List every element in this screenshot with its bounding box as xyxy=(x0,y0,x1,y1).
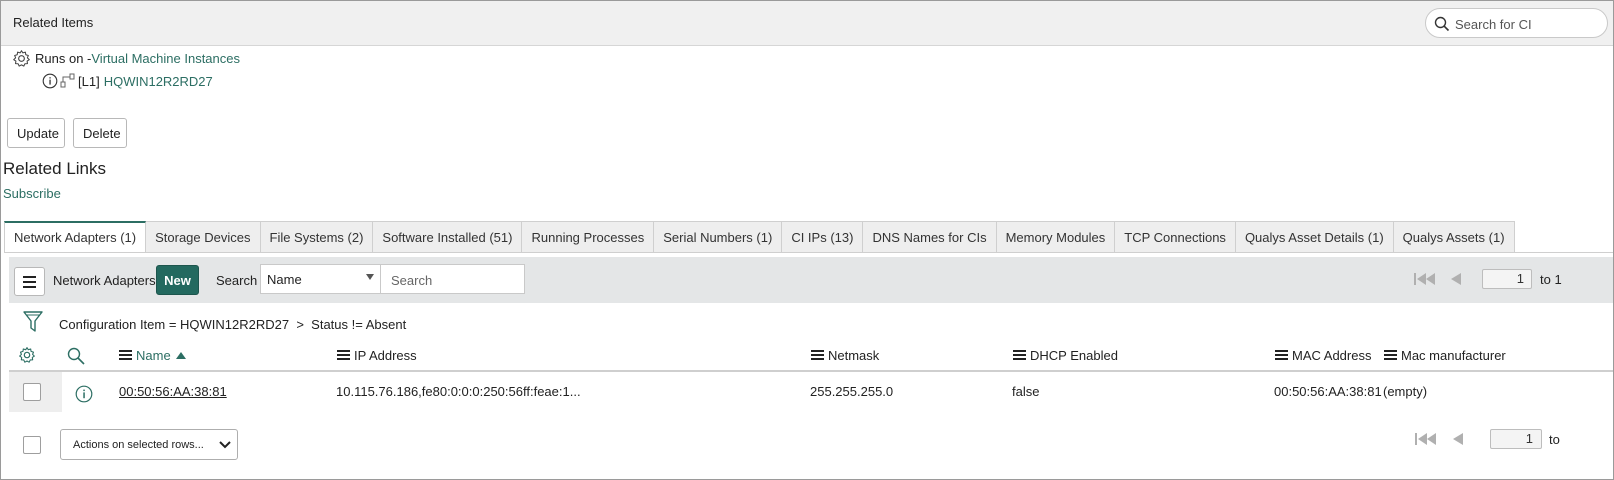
column-header-ip-address[interactable]: IP Address xyxy=(337,347,417,363)
tab-qualys-assets[interactable]: Qualys Assets (1) xyxy=(1393,221,1515,253)
related-items-panel: Related Items Runs on - Virtual Machine … xyxy=(0,0,1614,480)
tab-storage-devices[interactable]: Storage Devices xyxy=(146,221,261,253)
ci-tree-row: [L1] HQWIN12R2RD27 xyxy=(42,72,213,90)
sort-ascending-icon xyxy=(175,351,186,359)
related-items-header: Related Items xyxy=(1,1,1613,46)
tab-software-installed[interactable]: Software Installed (51) xyxy=(373,221,523,253)
hierarchy-icon[interactable] xyxy=(60,73,76,89)
column-search-icon[interactable] xyxy=(67,347,85,365)
column-label-dhcp-enabled: DHCP Enabled xyxy=(1030,347,1118,363)
column-header-dhcp-enabled[interactable]: DHCP Enabled xyxy=(1013,347,1118,363)
row-netmask: 255.255.255.0 xyxy=(810,384,894,399)
select-all-checkbox[interactable] xyxy=(23,436,41,454)
new-button[interactable]: New xyxy=(156,265,199,295)
info-icon[interactable] xyxy=(42,73,58,89)
row-checkbox[interactable] xyxy=(23,383,41,401)
tab-serial-numbers[interactable]: Serial Numbers (1) xyxy=(654,221,783,253)
row-dhcp-enabled: false xyxy=(1012,384,1040,399)
search-label: Search xyxy=(216,273,258,288)
footer-page-total-label: to xyxy=(1549,432,1560,447)
delete-button[interactable]: Delete xyxy=(73,118,127,148)
column-label-mac-manufacturer: Mac manufacturer xyxy=(1401,347,1506,363)
row-ip-address: 10.115.76.186,fe80:0:0:0:250:56ff:feae:1… xyxy=(336,384,581,399)
first-page-icon[interactable] xyxy=(1415,433,1439,445)
ci-level: [L1] xyxy=(78,73,100,89)
page-number-input[interactable]: 1 xyxy=(1482,269,1532,289)
list-search-box[interactable] xyxy=(380,264,525,294)
column-menu-icon[interactable] xyxy=(337,350,350,360)
column-menu-icon[interactable] xyxy=(1013,350,1026,360)
column-menu-icon[interactable] xyxy=(119,350,132,360)
subscribe-link[interactable]: Subscribe xyxy=(3,186,61,201)
update-button[interactable]: Update xyxy=(7,118,65,148)
chevron-down-icon xyxy=(366,274,374,280)
column-menu-icon[interactable] xyxy=(1275,350,1288,360)
column-label-name: Name xyxy=(136,347,171,363)
header-divider xyxy=(9,370,1613,372)
footer-page-number-input[interactable]: 1 xyxy=(1490,429,1542,449)
header-title: Related Items xyxy=(13,15,94,30)
search-field-select[interactable]: Name xyxy=(260,264,381,294)
list-search-input[interactable] xyxy=(389,271,521,289)
chevron-down-icon xyxy=(219,441,231,449)
column-menu-icon[interactable] xyxy=(811,350,824,360)
tabs-divider xyxy=(4,252,1613,253)
actions-select-value: Actions on selected rows... xyxy=(73,439,204,451)
tab-running-processes[interactable]: Running Processes xyxy=(522,221,655,253)
related-links-title: Related Links xyxy=(3,159,107,178)
virtual-machine-instances-link[interactable]: Virtual Machine Instances xyxy=(91,51,240,66)
runs-on-label: Runs on - xyxy=(35,50,92,66)
column-header-mac-manufacturer[interactable]: Mac manufacturer xyxy=(1384,347,1506,363)
runs-on-row: Runs on - Virtual Machine Instances xyxy=(12,49,240,67)
search-icon xyxy=(1434,16,1450,32)
ci-name-link[interactable]: HQWIN12R2RD27 xyxy=(104,74,213,89)
filter-icon[interactable] xyxy=(23,311,43,333)
search-field-value: Name xyxy=(267,272,302,287)
ci-search-input[interactable] xyxy=(1453,14,1607,34)
filter-breadcrumb[interactable]: Configuration Item = HQWIN12R2RD27 > Sta… xyxy=(59,317,406,332)
column-header-mac-address[interactable]: MAC Address xyxy=(1275,347,1371,363)
list-settings-gear-icon[interactable] xyxy=(18,346,36,364)
row-name-link[interactable]: 00:50:56:AA:38:81 xyxy=(119,384,227,399)
tab-memory-modules[interactable]: Memory Modules xyxy=(996,221,1116,253)
row-mac-address: 00:50:56:AA:38:81 xyxy=(1274,384,1382,399)
related-list-tabs: Network Adapters (1) Storage Devices Fil… xyxy=(4,221,1515,253)
gear-icon[interactable] xyxy=(12,49,31,68)
ci-search-box[interactable] xyxy=(1425,8,1608,38)
column-menu-icon[interactable] xyxy=(1384,350,1397,360)
list-toolbar: Network Adapters New Search Name 1 to 1 xyxy=(9,257,1613,303)
actions-select[interactable]: Actions on selected rows... xyxy=(60,429,238,460)
column-header-name[interactable]: Name xyxy=(119,347,186,363)
column-header-netmask[interactable]: Netmask xyxy=(811,347,879,363)
row-info-icon[interactable] xyxy=(75,385,93,403)
row-mac-manufacturer: (empty) xyxy=(1383,384,1428,399)
tab-qualys-asset-details[interactable]: Qualys Asset Details (1) xyxy=(1235,221,1394,253)
tab-ci-ips[interactable]: CI IPs (13) xyxy=(782,221,864,253)
row-select-cell xyxy=(9,372,62,412)
tab-network-adapters[interactable]: Network Adapters (1) xyxy=(4,221,147,253)
tab-file-systems[interactable]: File Systems (2) xyxy=(260,221,374,253)
previous-page-icon[interactable] xyxy=(1453,433,1464,445)
column-label-ip-address: IP Address xyxy=(354,347,417,363)
first-page-icon[interactable] xyxy=(1414,273,1438,285)
page-total-label: to 1 xyxy=(1540,272,1562,287)
column-label-netmask: Netmask xyxy=(828,347,880,363)
tab-dns-names[interactable]: DNS Names for CIs xyxy=(863,221,997,253)
list-menu-button[interactable] xyxy=(14,267,45,296)
column-label-mac-address: MAC Address xyxy=(1292,347,1372,363)
tab-tcp-connections[interactable]: TCP Connections xyxy=(1115,221,1236,253)
previous-page-icon[interactable] xyxy=(1451,273,1462,285)
list-title: Network Adapters xyxy=(53,273,156,288)
